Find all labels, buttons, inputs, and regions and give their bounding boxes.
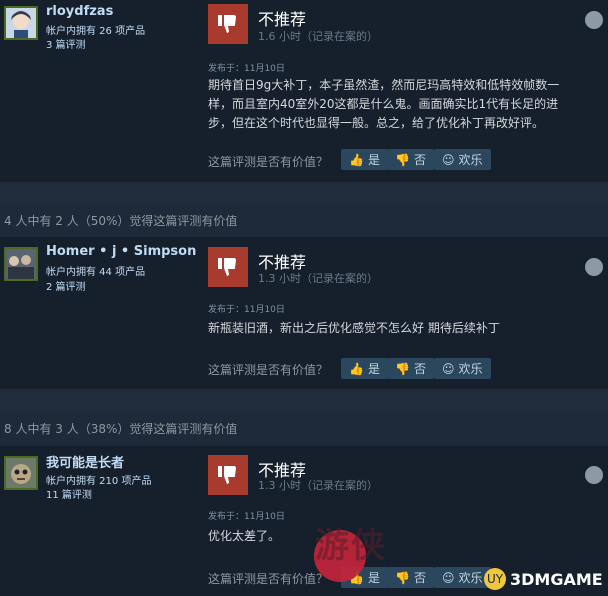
steam-icon xyxy=(585,258,603,276)
hours-played: 1.3 小时（记录在案的） xyxy=(258,272,378,285)
steam-icon xyxy=(585,466,603,484)
vote-yes-label: 是 xyxy=(367,153,380,167)
smiley-icon: ☺ xyxy=(442,570,455,585)
review-body: 期待首日9g大补丁，本子虽然渣，然而尼玛高特效和低特效帧数一 样，而且室内40室… xyxy=(208,76,592,133)
posted-date: 发布于：11月10日 xyxy=(208,64,285,74)
thumb-up-icon: 👍 xyxy=(349,152,364,167)
review-body: 新瓶装旧酒，新出之后优化感觉不怎么好 期待后续补丁 xyxy=(208,319,592,338)
thumb-down-icon xyxy=(218,258,236,276)
verdict-title[interactable]: 不推荐 xyxy=(258,6,306,30)
hours-played: 1.6 小时（记录在案的） xyxy=(258,30,378,43)
review-count[interactable]: 2 篇评测 xyxy=(46,278,86,293)
watermark-badge: UY 3DMGAME xyxy=(484,566,604,592)
review-line: 步，但在这个时代也显得一般。总之，给了优化补丁再改好评。 xyxy=(208,116,545,130)
review-line: 新瓶装旧酒，新出之后优化感觉不怎么好 期待后续补丁 xyxy=(208,321,500,335)
vote-no-button[interactable]: 👎 否 xyxy=(387,358,434,379)
review-card: Homer • j • Simpson 帐户内拥有 44 项产品 2 篇评测 不… xyxy=(0,237,608,389)
smiley-icon: ☺ xyxy=(442,152,455,167)
helpful-summary: 4 人中有 2 人（50%）觉得这篇评测有价值 xyxy=(0,205,608,237)
review-line: 样，而且室内40室外20这都是什么鬼。画面确实比1代有长足的进 xyxy=(208,97,559,111)
vote-yes-label: 是 xyxy=(367,362,380,376)
watermark-circle-icon: UY xyxy=(484,568,506,590)
username[interactable]: Homer • j • Simpson xyxy=(46,244,196,259)
review-card: rloydfzas 帐户内拥有 26 项产品 3 篇评测 不推荐 1.6 小时（… xyxy=(0,0,608,182)
posted-date: 发布于：11月10日 xyxy=(208,512,285,522)
separator xyxy=(0,182,608,205)
posted-date: 发布于：11月10日 xyxy=(208,305,285,315)
vote-no-label: 否 xyxy=(413,362,426,376)
vote-no-button[interactable]: 👎 否 xyxy=(387,567,434,588)
thumb-down-icon: 👎 xyxy=(395,361,410,376)
review-line: 优化太差了。 xyxy=(208,529,281,543)
steam-icon xyxy=(585,11,603,29)
thumb-down-icon xyxy=(218,466,236,484)
avatar[interactable] xyxy=(4,456,38,490)
helpful-summary: 8 人中有 3 人（38%）觉得这篇评测有价值 xyxy=(0,413,608,445)
avatar[interactable] xyxy=(4,6,38,40)
creature-avatar-icon xyxy=(6,458,36,488)
watermark-badge-text: 3DMGAME xyxy=(510,569,603,589)
thumb-down-icon xyxy=(218,15,236,33)
vote-yes-label: 是 xyxy=(367,571,380,585)
thumb-down-badge xyxy=(208,4,248,44)
vote-no-button[interactable]: 👎 否 xyxy=(387,149,434,170)
products-owned[interactable]: 帐户内拥有 26 项产品 xyxy=(46,22,145,37)
products-owned[interactable]: 帐户内拥有 210 项产品 xyxy=(46,472,151,487)
thumb-down-icon: 👎 xyxy=(395,152,410,167)
vote-funny-button[interactable]: ☺ 欢乐 xyxy=(434,567,491,588)
vote-funny-button[interactable]: ☺ 欢乐 xyxy=(434,149,491,170)
vote-funny-label: 欢乐 xyxy=(458,362,483,376)
thumb-down-badge xyxy=(208,455,248,495)
vote-no-label: 否 xyxy=(413,571,426,585)
vote-yes-button[interactable]: 👍 是 xyxy=(341,149,388,170)
separator xyxy=(0,389,608,413)
thumb-down-badge xyxy=(208,247,248,287)
username[interactable]: rloydfzas xyxy=(46,4,113,19)
review-count[interactable]: 11 篇评测 xyxy=(46,486,92,501)
helpful-question: 这篇评测是否有价值？ xyxy=(208,572,329,586)
review-line: 期待首日9g大补丁，本子虽然渣，然而尼玛高特效和低特效帧数一 xyxy=(208,78,560,92)
helpful-question: 这篇评测是否有价值？ xyxy=(208,155,329,169)
avatar[interactable] xyxy=(4,247,38,281)
review-body: 优化太差了。 xyxy=(208,527,592,546)
products-owned[interactable]: 帐户内拥有 44 项产品 xyxy=(46,263,145,278)
anime-avatar-icon xyxy=(6,8,36,38)
vote-funny-button[interactable]: ☺ 欢乐 xyxy=(434,358,491,379)
watermark-text: 游侠 xyxy=(315,526,387,566)
vote-no-label: 否 xyxy=(413,153,426,167)
vote-yes-button[interactable]: 👍 是 xyxy=(341,358,388,379)
thumb-up-icon: 👍 xyxy=(349,361,364,376)
vote-funny-label: 欢乐 xyxy=(458,153,483,167)
smiley-icon: ☺ xyxy=(442,361,455,376)
thumb-down-icon: 👎 xyxy=(395,570,410,585)
review-count[interactable]: 3 篇评测 xyxy=(46,36,86,51)
helpful-question: 这篇评测是否有价值？ xyxy=(208,363,329,377)
username[interactable]: 我可能是长者 xyxy=(46,452,124,471)
hours-played: 1.3 小时（记录在案的） xyxy=(258,479,378,492)
vote-funny-label: 欢乐 xyxy=(458,571,483,585)
group-avatar-icon xyxy=(6,249,36,279)
